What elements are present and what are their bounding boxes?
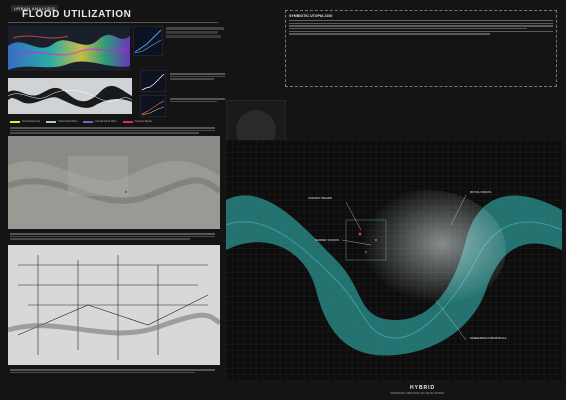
transport-text-block bbox=[10, 368, 215, 374]
footer-brand: HYBRID bbox=[410, 385, 436, 391]
intro-text-block bbox=[10, 126, 215, 135]
legend-label: Fluvial Flood Plain bbox=[95, 120, 117, 123]
thames-floodplain-map bbox=[8, 78, 132, 114]
barrier-text-block bbox=[170, 72, 225, 81]
collage-text-block bbox=[10, 232, 215, 241]
proposal-text-box: SYMBIOTIC UTOPIA 2100 bbox=[285, 10, 557, 87]
map-leader-lines bbox=[341, 194, 467, 341]
legend-swatch bbox=[122, 120, 133, 123]
legend-item-fluvial: Fluvial Flood Plain bbox=[83, 120, 117, 123]
legend-item-barrier: Thames Barrier bbox=[122, 120, 153, 123]
legend-item-defences: Flood Defences bbox=[10, 120, 40, 123]
proposal-heading: SYMBIOTIC UTOPIA 2100 bbox=[289, 14, 333, 18]
footer-subtitle: HYBRIDISED URBANISM AND DEVELOPMENT bbox=[390, 392, 445, 395]
flood-frequency-graph bbox=[140, 70, 166, 92]
title-divider bbox=[8, 22, 218, 23]
page-title: FLOOD UTILIZATION bbox=[22, 9, 132, 20]
river-collage-map bbox=[8, 136, 220, 229]
legend-swatch bbox=[46, 120, 57, 123]
legend-item-tidal: Tidal Flood Plain bbox=[46, 120, 77, 123]
legend-swatch bbox=[83, 120, 94, 123]
population-growth-graph bbox=[140, 95, 166, 117]
sea-level-graph bbox=[133, 26, 163, 56]
density-text-block bbox=[170, 97, 225, 103]
flood-risk-map bbox=[8, 26, 130, 71]
transport-network-diagram bbox=[8, 245, 220, 365]
legend-label: Flood Defences bbox=[22, 120, 41, 123]
legend-label: Tidal Flood Plain bbox=[58, 120, 78, 123]
legend-swatch bbox=[10, 120, 20, 123]
legend-label: Thames Barrier bbox=[134, 120, 153, 123]
sea-level-text bbox=[166, 26, 226, 39]
flood-legend: Flood Defences Tidal Flood Plain Fluvial… bbox=[10, 120, 210, 123]
